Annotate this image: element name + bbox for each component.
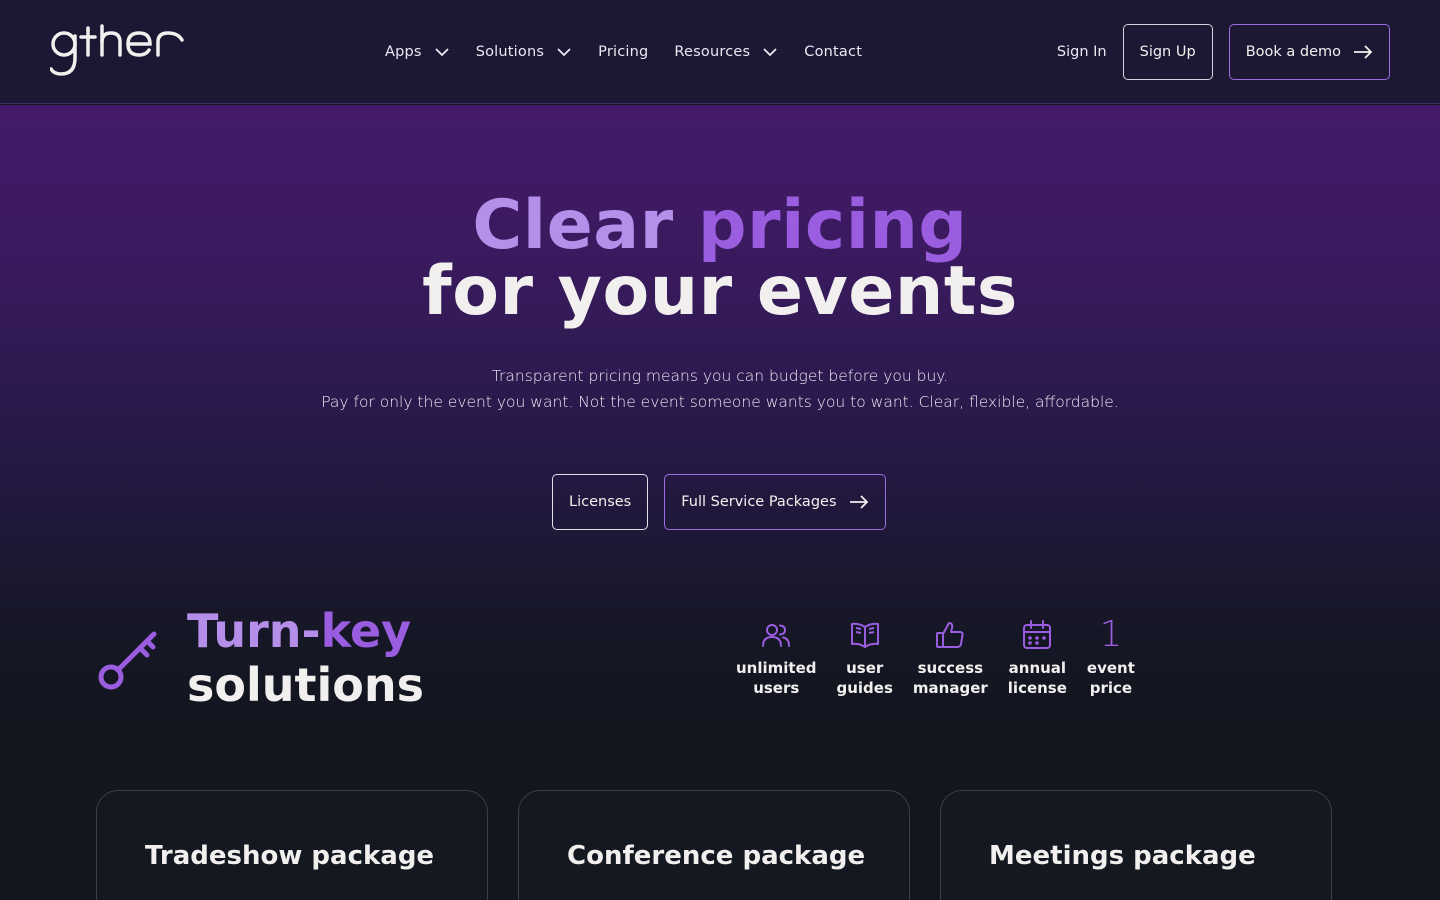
nav-contact[interactable]: Contact [804,44,862,60]
arrow-right-icon [1354,45,1373,59]
sign-up-label: Sign Up [1139,44,1196,60]
site-header: Apps Solutions Pricing Resources Contact… [0,0,1440,104]
nav-resources-label: Resources [674,44,751,60]
feature-label: event price [1086,659,1135,697]
licenses-label: Licenses [569,494,632,510]
package-cards: Tradeshow package Conference package Mee… [96,790,1362,900]
hero-subtitle-line2: Pay for only the event you want. Not the… [321,393,1119,411]
gther-logo[interactable] [49,22,190,80]
thumbs-up-icon [933,618,967,652]
package-title: Tradeshow package [145,841,435,871]
tradeshow-package-card[interactable]: Tradeshow package [96,790,488,900]
feature-label: annual license [1007,659,1067,697]
full-service-label: Full Service Packages [681,494,837,510]
event-count-number: 1 [1099,614,1123,655]
turnkey-title-key: key [320,604,412,658]
package-title: Conference package [567,841,866,871]
full-service-packages-button[interactable]: Full Service Packages [664,474,886,530]
nav-pricing-label: Pricing [598,44,649,60]
feature-label: user guides [836,659,893,697]
users-icon [759,618,793,652]
turnkey-title: Turn-key solutions [187,604,424,712]
hero-subtitle: Transparent pricing means you can budget… [0,363,1440,415]
feature-annual-license: annual license [1008,618,1067,698]
sign-in-link[interactable]: Sign In [1057,44,1107,60]
nav-solutions[interactable]: Solutions [476,44,572,60]
hero-subtitle-line1: Transparent pricing means you can budget… [491,367,949,385]
package-title: Meetings package [989,841,1256,871]
chevron-down-icon [435,48,449,57]
calendar-icon [1020,618,1054,652]
nav-resources[interactable]: Resources [674,44,778,60]
feature-unlimited-users: unlimited users [736,618,817,698]
feature-success-manager: success manager [913,618,988,698]
turnkey-title-solutions: solutions [187,658,424,712]
conference-package-card[interactable]: Conference package [518,790,910,900]
header-actions: Sign In Sign Up Book a demo [1057,24,1390,80]
nav-apps-label: Apps [385,44,422,60]
sign-up-button[interactable]: Sign Up [1122,24,1213,80]
turnkey-title-turn: Turn- [187,604,321,658]
meetings-package-card[interactable]: Meetings package [940,790,1332,900]
hero-title-line2: for your events [422,252,1018,331]
nav-contact-label: Contact [804,44,863,60]
book-demo-button[interactable]: Book a demo [1228,24,1390,80]
nav-apps[interactable]: Apps [385,44,450,60]
hero-title: Clear pricing for your events [0,192,1440,331]
feature-label: unlimited users [736,659,817,697]
turnkey-section: Turn-key solutions unlimited users user … [96,604,1344,724]
feature-label: success manager [912,659,988,697]
feature-user-guides: user guides [837,618,893,698]
book-open-icon [848,618,882,652]
key-icon [98,631,157,690]
features-list: unlimited users user guides success mana… [736,614,1155,698]
chevron-down-icon [557,48,571,57]
arrow-right-icon [849,495,868,509]
feature-event-price: 1 event price [1086,614,1135,698]
licenses-button[interactable]: Licenses [552,474,649,530]
main-nav: Apps Solutions Pricing Resources Contact [385,40,888,64]
nav-solutions-label: Solutions [475,44,545,60]
hero-buttons: Licenses Full Service Packages [552,474,886,530]
book-demo-label: Book a demo [1245,44,1341,60]
nav-pricing[interactable]: Pricing [598,44,648,60]
chevron-down-icon [763,48,777,57]
